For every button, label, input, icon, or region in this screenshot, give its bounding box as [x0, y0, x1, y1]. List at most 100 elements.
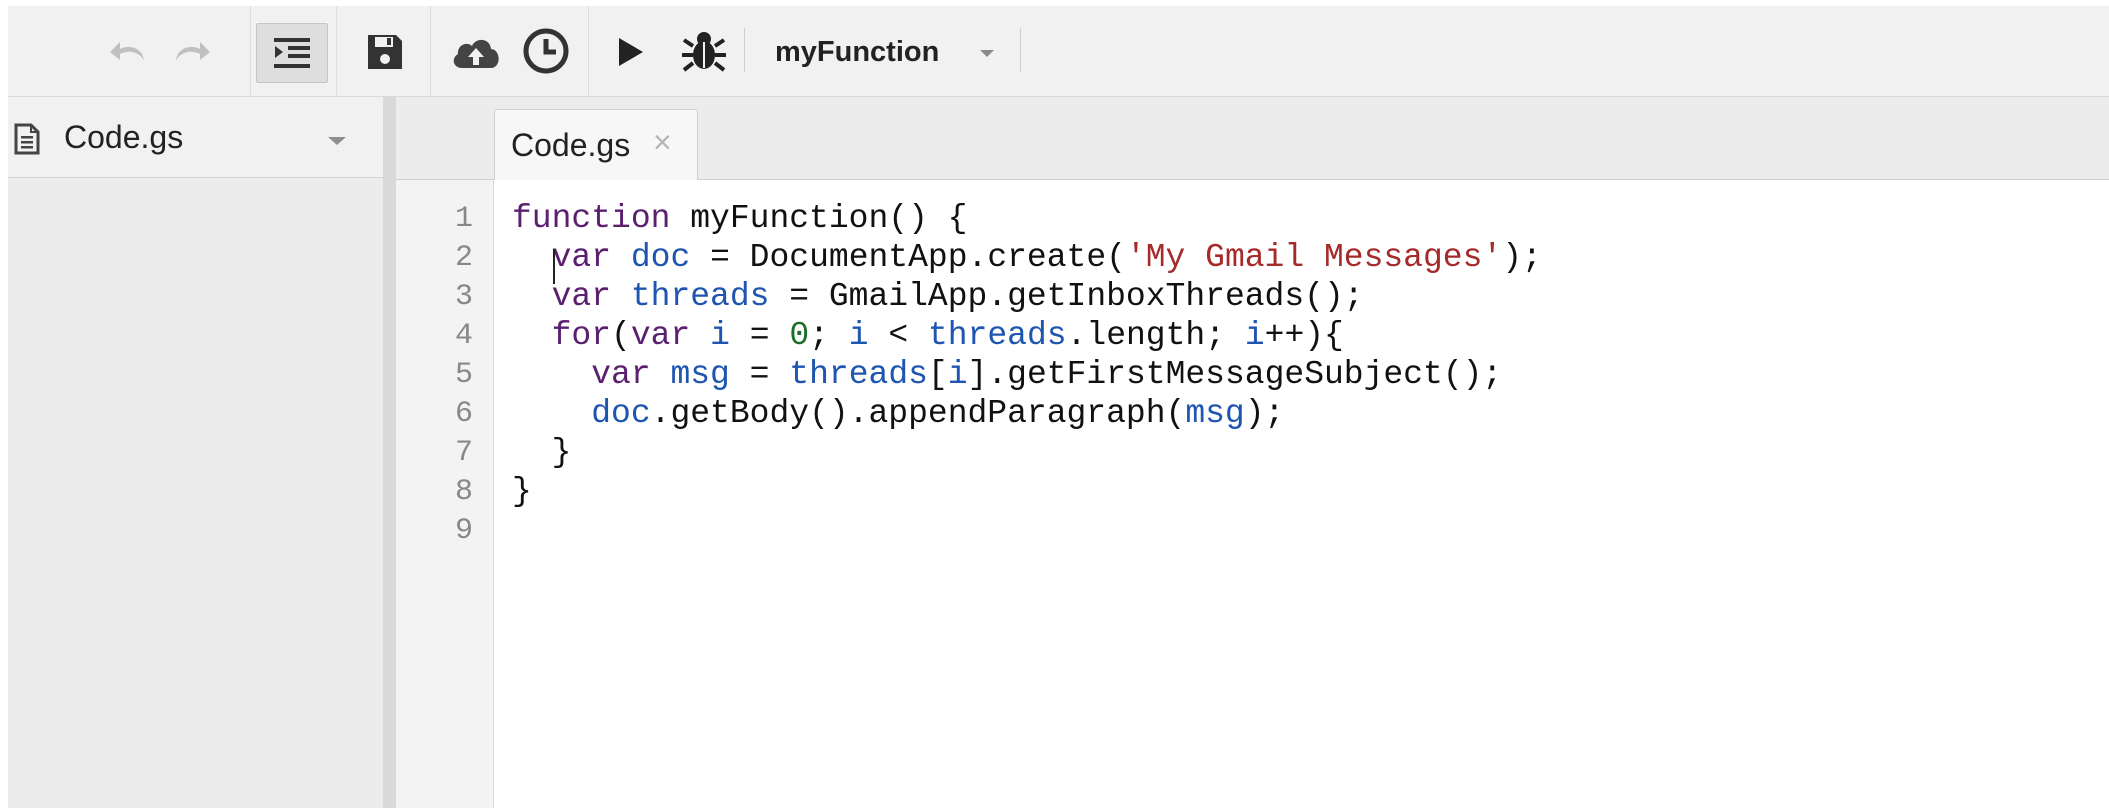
- code-line: function myFunction() {: [512, 200, 968, 237]
- code-line: }: [512, 473, 532, 510]
- line-number: 4: [454, 319, 473, 353]
- code-token: i: [947, 356, 968, 393]
- code-line: var msg = threads[i].getFirstMessageSubj…: [512, 356, 1502, 393]
- code-token: 0: [789, 317, 810, 354]
- function-select[interactable]: myFunction: [763, 24, 1018, 80]
- tab-code-gs[interactable]: Code.gs ×: [494, 109, 698, 181]
- code-line: for(var i = 0; i < threads.length; i++){: [512, 317, 1344, 354]
- text-cursor: [553, 249, 555, 284]
- toolbar-divider: [1020, 28, 1021, 72]
- line-number: 5: [454, 358, 473, 392]
- indent-icon: [274, 38, 310, 68]
- chevron-down-icon: [980, 50, 994, 57]
- line-number: 2: [454, 241, 473, 275]
- clock-icon: [523, 28, 569, 74]
- code-token: var: [591, 356, 651, 393]
- code-token: =: [729, 317, 790, 354]
- code-line: }: [512, 434, 572, 471]
- code-token: .getBody().appendParagraph(: [650, 395, 1186, 432]
- file-panel: Code.gs: [8, 97, 383, 808]
- redo-button[interactable]: [168, 28, 214, 74]
- code-token: var: [551, 278, 612, 315]
- code-line: var doc = DocumentApp.create('My Gmail M…: [512, 239, 1542, 276]
- code-token: var: [551, 239, 612, 276]
- deploy-button[interactable]: [448, 26, 504, 78]
- line-number: 8: [454, 475, 473, 509]
- bug-icon: [682, 32, 726, 72]
- code-editor[interactable]: function myFunction() { var doc = Docume…: [494, 180, 2109, 808]
- run-button[interactable]: [608, 28, 652, 76]
- code-token: i: [848, 317, 869, 354]
- code-token: i: [710, 317, 730, 354]
- code-token: var: [630, 317, 691, 354]
- cloud-upload-icon: [453, 39, 499, 68]
- code-token: for: [551, 317, 612, 354]
- code-token: );: [1502, 239, 1542, 276]
- code-token: }: [512, 473, 532, 510]
- code-token: doc: [591, 395, 651, 432]
- play-icon: [619, 38, 643, 66]
- code-token: threads: [630, 278, 770, 315]
- line-number: 7: [454, 436, 473, 470]
- debug-button[interactable]: [678, 24, 730, 78]
- code-token: function: [512, 200, 671, 237]
- code-token: ;: [809, 317, 849, 354]
- toolbar-divider: [744, 28, 745, 72]
- file-item[interactable]: Code.gs: [8, 97, 383, 178]
- code-token: threads: [927, 317, 1067, 354]
- toolbar-divider: [588, 6, 589, 96]
- code-token: <: [868, 317, 928, 354]
- redo-icon: [176, 42, 210, 60]
- code-token: = DocumentApp.create(: [690, 239, 1126, 276]
- chevron-down-icon[interactable]: [328, 137, 346, 145]
- code-token: }: [512, 434, 572, 471]
- line-number: 1: [454, 202, 473, 236]
- code-token: msg: [670, 356, 730, 393]
- function-select-label: myFunction: [775, 35, 940, 68]
- save-button[interactable]: [360, 26, 410, 78]
- code-token: =: [729, 356, 790, 393]
- code-token: (: [611, 317, 631, 354]
- toolbar: myFunction: [8, 6, 2109, 97]
- line-number-gutter: 1 2 3 4 5 6 7 8 9: [396, 180, 494, 808]
- code-token: );: [1244, 395, 1285, 432]
- code-token: ++){: [1264, 317, 1344, 354]
- code-token: doc: [630, 239, 691, 276]
- code-line: var threads = GmailApp.getInboxThreads()…: [512, 278, 1364, 315]
- floppy-disk-icon: [368, 35, 402, 69]
- toolbar-divider: [250, 6, 251, 96]
- code-token: threads: [789, 356, 928, 393]
- code-token: myFunction() {: [670, 200, 968, 237]
- editor-tab-bar: Code.gs ×: [396, 97, 2109, 181]
- code-token: 'My Gmail Messages': [1125, 239, 1503, 276]
- code-token: .length;: [1066, 317, 1245, 354]
- code-token: i: [1244, 317, 1265, 354]
- line-number: 9: [454, 514, 473, 548]
- indent-button[interactable]: [256, 23, 328, 83]
- triggers-button[interactable]: [518, 23, 574, 79]
- code-token: = GmailApp.getInboxThreads();: [769, 278, 1364, 315]
- code-token: msg: [1185, 395, 1245, 432]
- toolbar-divider: [336, 6, 337, 96]
- code-line: doc.getBody().appendParagraph(msg);: [512, 395, 1284, 432]
- code-token: ].getFirstMessageSubject();: [967, 356, 1503, 393]
- toolbar-divider: [430, 6, 431, 96]
- undo-icon: [110, 42, 144, 60]
- panel-splitter[interactable]: [383, 97, 396, 808]
- close-icon[interactable]: ×: [653, 126, 672, 158]
- line-number: 6: [454, 397, 473, 431]
- file-name: Code.gs: [64, 119, 184, 155]
- line-number: 3: [454, 280, 473, 314]
- undo-button[interactable]: [106, 28, 152, 74]
- document-icon: [14, 123, 40, 155]
- tab-label: Code.gs: [511, 127, 631, 163]
